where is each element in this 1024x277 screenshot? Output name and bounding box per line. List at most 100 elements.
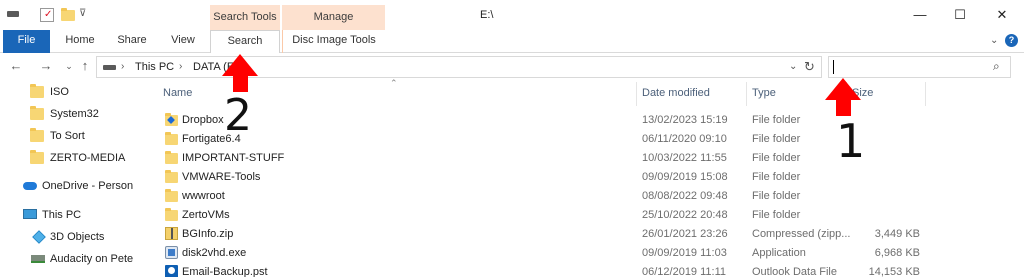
context-tab-label: Search Tools: [213, 11, 277, 23]
column-divider[interactable]: [925, 82, 926, 106]
customize-quick-access-icon[interactable]: ⊽: [79, 8, 86, 19]
annotation-arrow-2: [222, 54, 260, 94]
minimize-button[interactable]: —: [905, 6, 935, 24]
file-date: 26/01/2021 23:26: [642, 228, 728, 240]
context-tab-label: Manage: [313, 11, 354, 23]
table-row[interactable]: Fortigate6.4 06/11/2020 09:10 File folde…: [160, 130, 940, 149]
annotation-label-2: 2: [224, 90, 252, 141]
exe-icon: [165, 246, 178, 259]
file-size: 3,449 KB: [874, 228, 920, 240]
window-title: E:\: [480, 9, 494, 21]
tab-share[interactable]: Share: [112, 30, 152, 53]
file-type: Application: [752, 247, 806, 259]
folder-icon: [165, 208, 178, 221]
file-date: 10/03/2022 11:55: [642, 152, 727, 164]
context-tab-manage: Manage: [282, 5, 385, 30]
file-type: File folder: [752, 171, 801, 183]
nav-item-onedrive[interactable]: OneDrive - Person: [0, 176, 140, 198]
file-name: IMPORTANT-STUFF: [182, 152, 285, 164]
nav-item-label: OneDrive - Person: [42, 180, 134, 192]
maximize-button[interactable]: ☐: [945, 6, 975, 24]
tab-search[interactable]: Search: [210, 30, 280, 54]
file-date: 09/09/2019 11:03: [642, 247, 727, 259]
breadcrumb-this-pc[interactable]: This PC: [135, 61, 174, 73]
folder-icon: [30, 106, 44, 120]
nav-item-3d-objects[interactable]: 3D Objects: [0, 227, 140, 249]
table-row[interactable]: BGInfo.zip 26/01/2021 23:26 Compressed (…: [160, 225, 940, 244]
ribbon-tabs: File Home Share View Search Disc Image T…: [0, 30, 1024, 54]
nav-item-zerto-media[interactable]: ZERTO-MEDIA: [0, 148, 140, 170]
up-button[interactable]: ↑: [76, 57, 94, 75]
column-header-name[interactable]: Name: [163, 87, 192, 99]
file-type: Compressed (zipp...: [752, 228, 851, 240]
address-bar[interactable]: › This PC › DATA (E:) ⌄ ↻: [96, 56, 822, 78]
navigation-pane: ISO System32 To Sort ZERTO-MEDIA OneDriv…: [0, 80, 140, 277]
new-folder-icon[interactable]: [61, 8, 75, 21]
file-date: 13/02/2023 15:19: [642, 114, 728, 126]
table-row[interactable]: VMWARE-Tools 09/09/2019 15:08 File folde…: [160, 168, 940, 187]
table-row[interactable]: disk2vhd.exe 09/09/2019 11:03 Applicatio…: [160, 244, 940, 263]
column-header-type[interactable]: Type: [752, 87, 776, 99]
nav-item-to-sort[interactable]: To Sort: [0, 126, 140, 148]
file-type: File folder: [752, 152, 801, 164]
nav-item-label: ISO: [50, 86, 69, 98]
tab-disc-image-tools[interactable]: Disc Image Tools: [282, 30, 385, 53]
folder-icon: [165, 151, 178, 164]
title-bar: ✓ ⊽ Search Tools Manage E:\ — ☐ ✕: [0, 0, 1024, 30]
arrow-up-icon: [825, 78, 861, 100]
nav-item-label: This PC: [42, 209, 82, 221]
folder-icon: [165, 170, 178, 183]
address-dropdown-icon[interactable]: ⌄: [789, 61, 797, 72]
table-row[interactable]: ZertoVMs 25/10/2022 20:48 File folder: [160, 206, 940, 225]
file-type: File folder: [752, 114, 801, 126]
tab-file[interactable]: File: [3, 30, 50, 53]
tab-view[interactable]: View: [163, 30, 203, 53]
file-date: 06/12/2019 11:11: [642, 266, 727, 277]
file-name: BGInfo.zip: [182, 228, 234, 240]
file-type: Outlook Data File: [752, 266, 837, 277]
file-date: 09/09/2019 15:08: [642, 171, 728, 183]
column-divider[interactable]: [636, 82, 637, 106]
column-header-date-modified[interactable]: Date modified: [642, 87, 710, 99]
close-button[interactable]: ✕: [987, 6, 1017, 24]
nav-item-iso[interactable]: ISO: [0, 82, 140, 104]
cloud-icon: [23, 182, 37, 190]
folder-icon: [165, 132, 178, 145]
nav-item-label: Audacity on Pete: [50, 253, 134, 265]
file-type: File folder: [752, 133, 801, 145]
file-date: 25/10/2022 20:48: [642, 209, 728, 221]
properties-icon[interactable]: ✓: [40, 8, 54, 22]
breadcrumb-separator-icon: ›: [121, 61, 125, 72]
tab-home[interactable]: Home: [60, 30, 100, 53]
refresh-icon[interactable]: ↻: [804, 59, 815, 75]
back-button[interactable]: ←: [7, 57, 25, 75]
table-row[interactable]: wwwroot 08/08/2022 09:48 File folder: [160, 187, 940, 206]
zip-icon: [165, 227, 178, 240]
file-date: 06/11/2020 09:10: [642, 133, 727, 145]
file-name: wwwroot: [182, 190, 225, 202]
table-row[interactable]: Email-Backup.pst 06/12/2019 11:11 Outloo…: [160, 263, 940, 277]
column-divider[interactable]: [746, 82, 747, 106]
search-icon[interactable]: ⌕: [993, 59, 1000, 74]
file-list-header: ⌃ Name Date modified Type Size: [160, 78, 940, 108]
nav-item-audacity[interactable]: Audacity on Pete: [0, 249, 140, 271]
file-name: ZertoVMs: [182, 209, 230, 221]
chevron-down-icon[interactable]: ⌄: [990, 35, 998, 46]
file-type: File folder: [752, 190, 801, 202]
nav-item-system32[interactable]: System32: [0, 104, 140, 126]
table-row[interactable]: Dropbox 13/02/2023 15:19 File folder: [160, 111, 940, 130]
file-name: Dropbox: [182, 114, 224, 126]
arrow-up-icon: [222, 54, 258, 76]
table-row[interactable]: IMPORTANT-STUFF 10/03/2022 11:55 File fo…: [160, 149, 940, 168]
folder-icon: [30, 84, 44, 98]
nav-item-label: 3D Objects: [50, 231, 105, 243]
nav-item-label: ZERTO-MEDIA: [50, 152, 126, 164]
folder-icon: [165, 189, 178, 202]
file-name: disk2vhd.exe: [182, 247, 247, 259]
file-name: VMWARE-Tools: [182, 171, 261, 183]
help-icon[interactable]: ?: [1005, 34, 1018, 47]
forward-button[interactable]: →: [37, 57, 55, 75]
search-input[interactable]: ⌕: [828, 56, 1011, 78]
nav-item-this-pc[interactable]: This PC: [0, 205, 140, 227]
breadcrumb-separator-icon: ›: [179, 61, 183, 72]
